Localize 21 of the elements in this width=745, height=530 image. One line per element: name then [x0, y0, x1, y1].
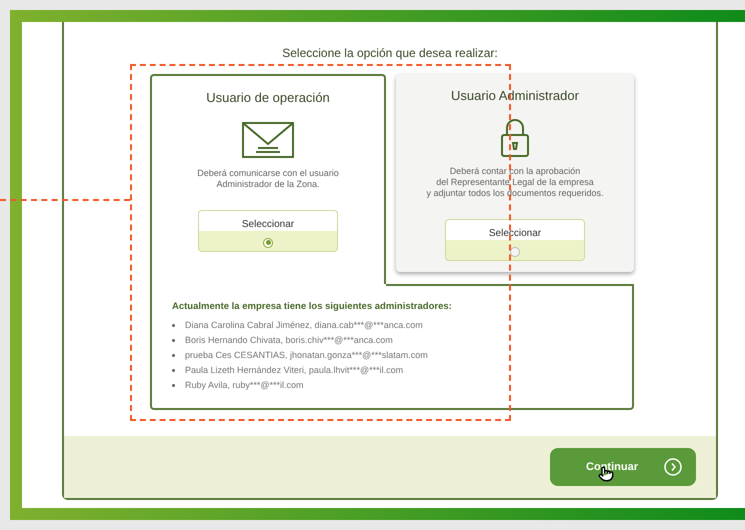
section-heading: Seleccione la opción que desea realizar: [281, 45, 499, 62]
option-description: Deberá contar con la aprobación del Representante Legal de la empresa y adjuntar todos los documentos requeridos. [426, 166, 604, 198]
chevron-circle-icon [664, 458, 682, 476]
select-button[interactable]: Seleccionar [445, 218, 585, 260]
padlock-icon [501, 118, 529, 156]
bullet-icon [172, 369, 175, 372]
administrator-entry: Ruby Avila, ruby***@***il.com [185, 379, 304, 392]
administrator-entry: prueba Ces CESANTIAS, jhonatan.gonza***@***slatam.com [185, 349, 428, 362]
administrators-title: Actualmente la empresa tiene los siguientes administradores: [172, 300, 453, 314]
bullet-icon [172, 384, 175, 388]
administrator-entry: Boris Hernando Chivata, boris.chiv***@***anca.com [185, 334, 393, 347]
option-title: Usuario Administrador [451, 87, 579, 105]
envelope-icon [242, 122, 294, 158]
option-description: Deberá comunicarse con el usuario Administrador de la Zona. [197, 168, 339, 190]
administrator-entry: Paula Lizeth Hernández Viteri, paula.lhvit***@***il.com [185, 364, 404, 377]
bullet-icon [172, 354, 175, 358]
administrator-entry: Diana Carolina Cabral Jiménez, diana.cab***@***anca.com [185, 319, 423, 332]
option-title: Usuario de operación [206, 89, 330, 107]
bullet-icon [172, 339, 175, 342]
bullet-icon [172, 324, 175, 328]
select-button[interactable]: Seleccionar [198, 210, 338, 252]
